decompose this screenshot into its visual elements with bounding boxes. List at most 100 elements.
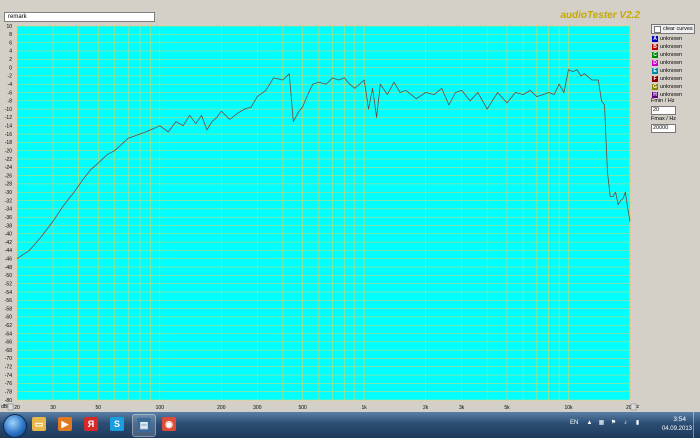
y-tick-label: -62	[5, 323, 12, 329]
y-tick-label: -18	[5, 140, 12, 146]
windows-taskbar: ▭ ▶ Я S ▤ ◉ EN ▲ ▦ ⚑ ♪ ▮ 3:54 04.09.2013	[0, 412, 700, 438]
y-tick-label: -14	[5, 124, 12, 130]
x-tick-label: 1k	[362, 405, 368, 411]
x-tick-label: 2k	[423, 405, 429, 411]
legend-label: unknown	[660, 52, 683, 58]
y-tick-label: -34	[5, 207, 12, 213]
y-tick-label: -58	[5, 306, 12, 312]
scroll-right-button[interactable]	[630, 403, 637, 411]
y-tick-label: -2	[8, 74, 13, 80]
x-tick-label: 500	[298, 405, 307, 411]
x-tick-label: 5k	[504, 405, 510, 411]
legend-item[interactable]: Funknown	[651, 75, 697, 83]
legend-item[interactable]: Cunknown	[651, 51, 697, 59]
legend-label: unknown	[660, 60, 683, 66]
media-player-icon: ▶	[58, 417, 72, 431]
taskbar-chrome-button[interactable]: ◉	[158, 414, 180, 435]
clear-curves-label: clear curves	[663, 26, 693, 32]
legend-swatch: F	[652, 76, 658, 82]
y-tick-label: -40	[5, 232, 12, 238]
frequency-response-chart: -80-78-76-74-72-70-68-66-64-62-60-58-56-…	[1, 24, 639, 411]
app-title: audioTester V2.2	[560, 10, 640, 21]
y-tick-label: 6	[9, 40, 12, 46]
x-tick-label: 30	[50, 405, 56, 411]
y-tick-label: -68	[5, 348, 12, 354]
fmax-input[interactable]: 20000	[651, 124, 676, 133]
explorer-icon: ▭	[32, 417, 46, 431]
fmax-label: Fmax / Hz	[651, 116, 677, 122]
y-tick-label: -36	[5, 215, 12, 221]
start-button[interactable]	[3, 414, 27, 438]
x-tick-label: 3k	[459, 405, 465, 411]
system-tray: EN ▲ ▦ ⚑ ♪ ▮ 3:54 04.09.2013	[570, 412, 700, 438]
y-tick-label: -8	[8, 99, 13, 105]
y-tick-label: -54	[5, 290, 12, 296]
legend-label: unknown	[660, 84, 683, 90]
legend-swatch: A	[652, 36, 658, 42]
y-tick-label: -76	[5, 381, 12, 387]
legend-label: unknown	[660, 44, 683, 50]
language-indicator[interactable]: EN	[570, 420, 578, 426]
scroll-left-button[interactable]	[7, 403, 14, 411]
taskbar-audiotester-button[interactable]: ▤	[132, 414, 156, 437]
x-tick-label: 20	[14, 405, 20, 411]
taskbar-yandex-button[interactable]: Я	[80, 414, 102, 435]
y-tick-label: 4	[9, 49, 12, 55]
chrome-icon: ◉	[162, 417, 176, 431]
legend-label: unknown	[660, 76, 683, 82]
y-tick-label: -4	[8, 82, 13, 88]
y-tick-label: -10	[5, 107, 12, 113]
y-tick-label: -12	[5, 115, 12, 121]
taskbar-skype-button[interactable]: S	[106, 414, 128, 435]
clock-time[interactable]: 3:54	[673, 416, 686, 423]
x-tick-labels: 20 30 50 100 200 300 500 1k 2k 3k 5k 10k 20k	[14, 405, 634, 411]
y-tick-label: -44	[5, 248, 12, 254]
legend-swatch: B	[652, 44, 658, 50]
y-tick-label: -22	[5, 157, 12, 163]
clock-date[interactable]: 04.09.2013	[662, 426, 692, 432]
y-tick-label: -56	[5, 298, 12, 304]
clear-curves-button[interactable]: clear curves	[651, 24, 695, 34]
legend-item[interactable]: Gunknown	[651, 83, 697, 91]
y-tick-label: -70	[5, 356, 12, 362]
y-tick-label: -42	[5, 240, 12, 246]
x-tick-label: 10k	[564, 405, 573, 411]
y-tick-labels: -80-78-76-74-72-70-68-66-64-62-60-58-56-…	[5, 24, 12, 404]
y-tick-label: -20	[5, 148, 12, 154]
legend-label: unknown	[660, 36, 683, 42]
y-tick-label: -78	[5, 389, 12, 395]
volume-icon[interactable]: ♪	[622, 420, 629, 427]
y-tick-label: -26	[5, 173, 12, 179]
x-tick-label: 50	[96, 405, 102, 411]
taskbar-explorer-button[interactable]: ▭	[28, 414, 50, 435]
y-tick-label: -72	[5, 365, 12, 371]
remark-field[interactable]: remark	[4, 12, 155, 22]
flag-icon[interactable]: ⚑	[610, 420, 617, 427]
legend-item[interactable]: Eunknown	[651, 67, 697, 75]
taskbar-media-player-button[interactable]: ▶	[54, 414, 76, 435]
fmin-input[interactable]: 20	[651, 106, 676, 115]
y-tick-label: -48	[5, 265, 12, 271]
yandex-icon: Я	[84, 417, 98, 431]
show-desktop-button[interactable]	[693, 412, 700, 438]
legend-swatch: E	[652, 68, 658, 74]
y-tick-label: 2	[9, 57, 12, 63]
audiotester-window: remark audioTester V2.2 -80 -78 -76 -74 -72-…	[0, 0, 700, 412]
y-tick-label: -50	[5, 273, 12, 279]
y-tick-label: -80	[5, 398, 12, 404]
battery-icon[interactable]: ▮	[634, 420, 641, 427]
y-tick-label: -38	[5, 223, 12, 229]
legend-item[interactable]: Bunknown	[651, 43, 697, 51]
y-tick-label: -16	[5, 132, 12, 138]
clear-checkbox[interactable]	[654, 26, 661, 33]
plot-background	[17, 26, 630, 400]
y-tick-label: -64	[5, 331, 12, 337]
legend-item[interactable]: Aunknown	[651, 35, 697, 43]
legend-item[interactable]: Dunknown	[651, 59, 697, 67]
x-tick-label: 100	[156, 405, 165, 411]
tray-arrow-icon[interactable]: ▲	[586, 420, 593, 427]
legend-swatch: C	[652, 52, 658, 58]
network-icon[interactable]: ▦	[598, 420, 605, 427]
y-tick-label: -28	[5, 182, 12, 188]
y-tick-label: 8	[9, 32, 12, 38]
